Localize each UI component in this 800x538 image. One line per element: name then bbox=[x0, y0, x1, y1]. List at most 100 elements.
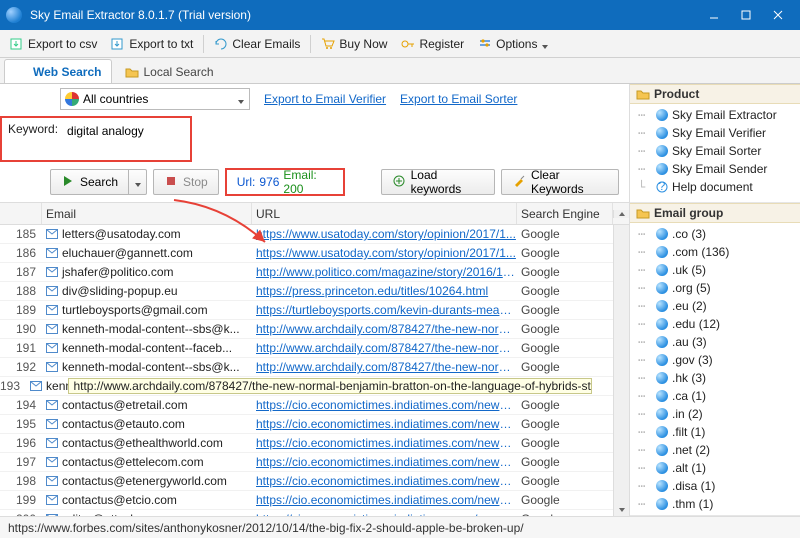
email-group-label: .gov (3) bbox=[672, 353, 713, 367]
email-group-label: .edu (12) bbox=[672, 317, 720, 331]
grid-body[interactable]: 185letters@usatoday.comhttps://www.usato… bbox=[0, 225, 613, 516]
maximize-button[interactable] bbox=[730, 3, 762, 27]
stop-button[interactable]: Stop bbox=[153, 169, 219, 195]
row-url[interactable]: https://turtleboysports.com/kevin-durant… bbox=[252, 303, 517, 317]
row-email: contactus@etcio.com bbox=[42, 493, 252, 507]
email-group-item[interactable]: ⋯.ca (1) bbox=[638, 387, 798, 405]
export-txt-label: Export to txt bbox=[129, 37, 193, 51]
col-index-header[interactable] bbox=[0, 203, 42, 224]
row-url[interactable]: http://www.politico.com/magazine/story/2… bbox=[252, 265, 517, 279]
export-txt-button[interactable]: Export to txt bbox=[105, 33, 199, 55]
close-button[interactable] bbox=[762, 3, 794, 27]
row-url[interactable]: http://www.archdaily.com/878427/the-new-… bbox=[252, 322, 517, 336]
keyword-input[interactable] bbox=[64, 122, 184, 140]
col-url-header[interactable]: URL bbox=[252, 203, 517, 224]
clear-emails-button[interactable]: Clear Emails bbox=[208, 33, 306, 55]
row-index: 196 bbox=[0, 436, 42, 450]
email-group-item[interactable]: ⋯.hk (3) bbox=[638, 369, 798, 387]
table-row[interactable]: 197contactus@ettelecom.comhttps://cio.ec… bbox=[0, 453, 613, 472]
product-item[interactable]: ⋯Sky Email Sorter bbox=[638, 142, 798, 160]
row-url[interactable]: https://www.usatoday.com/story/opinion/2… bbox=[252, 246, 517, 260]
table-row[interactable]: 192kenneth-modal-content--sbs@k...http:/… bbox=[0, 358, 613, 377]
country-combo[interactable]: All countries bbox=[60, 88, 250, 110]
product-item[interactable]: ⋯Sky Email Verifier bbox=[638, 124, 798, 142]
toolbar-separator bbox=[203, 35, 204, 53]
email-group-item[interactable]: ⋯.net (2) bbox=[638, 441, 798, 459]
email-group-item[interactable]: ⋯.edu (12) bbox=[638, 315, 798, 333]
keyword-label: Keyword: bbox=[8, 122, 58, 136]
status-bar-text: https://www.forbes.com/sites/anthonykosn… bbox=[8, 521, 524, 535]
row-url[interactable]: https://cio.economictimes.indiatimes.com… bbox=[252, 417, 517, 431]
vertical-scrollbar[interactable] bbox=[613, 225, 629, 516]
register-button[interactable]: Register bbox=[395, 33, 470, 55]
col-email-header[interactable]: Email bbox=[42, 203, 252, 224]
product-panel-header[interactable]: Product bbox=[630, 84, 800, 104]
options-button[interactable]: Options bbox=[472, 33, 555, 55]
tab-local-search[interactable]: Local Search bbox=[114, 59, 224, 83]
svg-text:?: ? bbox=[659, 181, 666, 193]
search-button[interactable]: Search bbox=[50, 169, 129, 195]
row-url[interactable]: http://www.archdaily.com/878427/the-new-… bbox=[252, 341, 517, 355]
row-url[interactable]: http://www.archdaily.com/878427/the-new-… bbox=[252, 360, 517, 374]
export-csv-button[interactable]: Export to csv bbox=[4, 33, 103, 55]
row-url[interactable]: https://cio.economictimes.indiatimes.com… bbox=[252, 474, 517, 488]
row-search-engine: Google bbox=[517, 417, 613, 431]
table-row[interactable]: 196contactus@ethealthworld.comhttps://ci… bbox=[0, 434, 613, 453]
row-url[interactable]: https://cio.economictimes.indiatimes.com… bbox=[252, 398, 517, 412]
email-group-item[interactable]: ⋯.eu (2) bbox=[638, 297, 798, 315]
email-group-item[interactable]: ⋯.in (2) bbox=[638, 405, 798, 423]
table-row[interactable]: 187jshafer@politico.comhttp://www.politi… bbox=[0, 263, 613, 282]
email-group-item[interactable]: ⋯.gov (3) bbox=[638, 351, 798, 369]
buy-now-button[interactable]: Buy Now bbox=[315, 33, 393, 55]
product-item[interactable]: ⋯Sky Email Sender bbox=[638, 160, 798, 178]
table-row[interactable]: 193kenneth-modal-content--faceb...http:/… bbox=[0, 377, 613, 396]
email-group-item[interactable]: ⋯.au (3) bbox=[638, 333, 798, 351]
table-row[interactable]: 200editor@ettech.comhttps://cio.economic… bbox=[0, 510, 613, 516]
export-verifier-link[interactable]: Export to Email Verifier bbox=[264, 92, 386, 106]
table-row[interactable]: 190kenneth-modal-content--sbs@k...http:/… bbox=[0, 320, 613, 339]
minimize-button[interactable] bbox=[698, 3, 730, 27]
table-row[interactable]: 195contactus@etauto.comhttps://cio.econo… bbox=[0, 415, 613, 434]
table-row[interactable]: 194contactus@etretail.comhttps://cio.eco… bbox=[0, 396, 613, 415]
search-split-button[interactable] bbox=[129, 169, 147, 195]
table-row[interactable]: 199contactus@etcio.comhttps://cio.econom… bbox=[0, 491, 613, 510]
chevron-down-icon bbox=[237, 95, 245, 103]
email-group-item[interactable]: ⋯.alt (1) bbox=[638, 459, 798, 477]
row-url[interactable]: https://press.princeton.edu/titles/10264… bbox=[252, 284, 517, 298]
load-keywords-button[interactable]: Load keywords bbox=[381, 169, 495, 195]
grid-header: Email URL Search Engine bbox=[0, 203, 629, 225]
row-url[interactable]: https://cio.economictimes.indiatimes.com… bbox=[252, 455, 517, 469]
row-url[interactable]: https://cio.economictimes.indiatimes.com… bbox=[252, 512, 517, 516]
row-index: 193 bbox=[0, 379, 26, 393]
table-row[interactable]: 198contactus@etenergyworld.comhttps://ci… bbox=[0, 472, 613, 491]
table-row[interactable]: 185letters@usatoday.comhttps://www.usato… bbox=[0, 225, 613, 244]
scroll-up-icon[interactable] bbox=[613, 210, 629, 218]
tab-web-search[interactable]: Web Search bbox=[4, 59, 112, 83]
row-url[interactable]: https://cio.economictimes.indiatimes.com… bbox=[252, 493, 517, 507]
email-group-item[interactable]: ⋯.club (1) bbox=[638, 513, 798, 516]
table-row[interactable]: 188div@sliding-popup.euhttps://press.pri… bbox=[0, 282, 613, 301]
table-row[interactable]: 186eluchauer@gannett.comhttps://www.usat… bbox=[0, 244, 613, 263]
row-url[interactable]: http://www.archdaily.com/878427/the-new-… bbox=[68, 378, 591, 394]
col-search-engine-header[interactable]: Search Engine bbox=[517, 203, 613, 224]
email-group-item[interactable]: ⋯.com (136) bbox=[638, 243, 798, 261]
table-row[interactable]: 189turtleboysports@gmail.comhttps://turt… bbox=[0, 301, 613, 320]
email-group-item[interactable]: ⋯.org (5) bbox=[638, 279, 798, 297]
row-url[interactable]: https://cio.economictimes.indiatimes.com… bbox=[252, 436, 517, 450]
envelope-icon bbox=[46, 419, 58, 429]
row-url[interactable]: https://www.usatoday.com/story/opinion/2… bbox=[252, 227, 517, 241]
row-email: contactus@etretail.com bbox=[42, 398, 252, 412]
export-sorter-link[interactable]: Export to Email Sorter bbox=[400, 92, 517, 106]
email-group-item[interactable]: ⋯.filt (1) bbox=[638, 423, 798, 441]
email-group-panel-header[interactable]: Email group bbox=[630, 203, 800, 223]
email-group-item[interactable]: ⋯.thm (1) bbox=[638, 495, 798, 513]
email-group-item[interactable]: ⋯.disa (1) bbox=[638, 477, 798, 495]
email-group-item[interactable]: ⋯.uk (5) bbox=[638, 261, 798, 279]
product-item[interactable]: ⋯Sky Email Extractor bbox=[638, 106, 798, 124]
globe-icon bbox=[656, 390, 668, 402]
search-tabs: Web Search Local Search bbox=[0, 58, 800, 84]
table-row[interactable]: 191kenneth-modal-content--faceb...http:/… bbox=[0, 339, 613, 358]
email-group-item[interactable]: ⋯.co (3) bbox=[638, 225, 798, 243]
product-item[interactable]: └?Help document bbox=[638, 178, 798, 196]
clear-keywords-button[interactable]: Clear Keywords bbox=[501, 169, 619, 195]
